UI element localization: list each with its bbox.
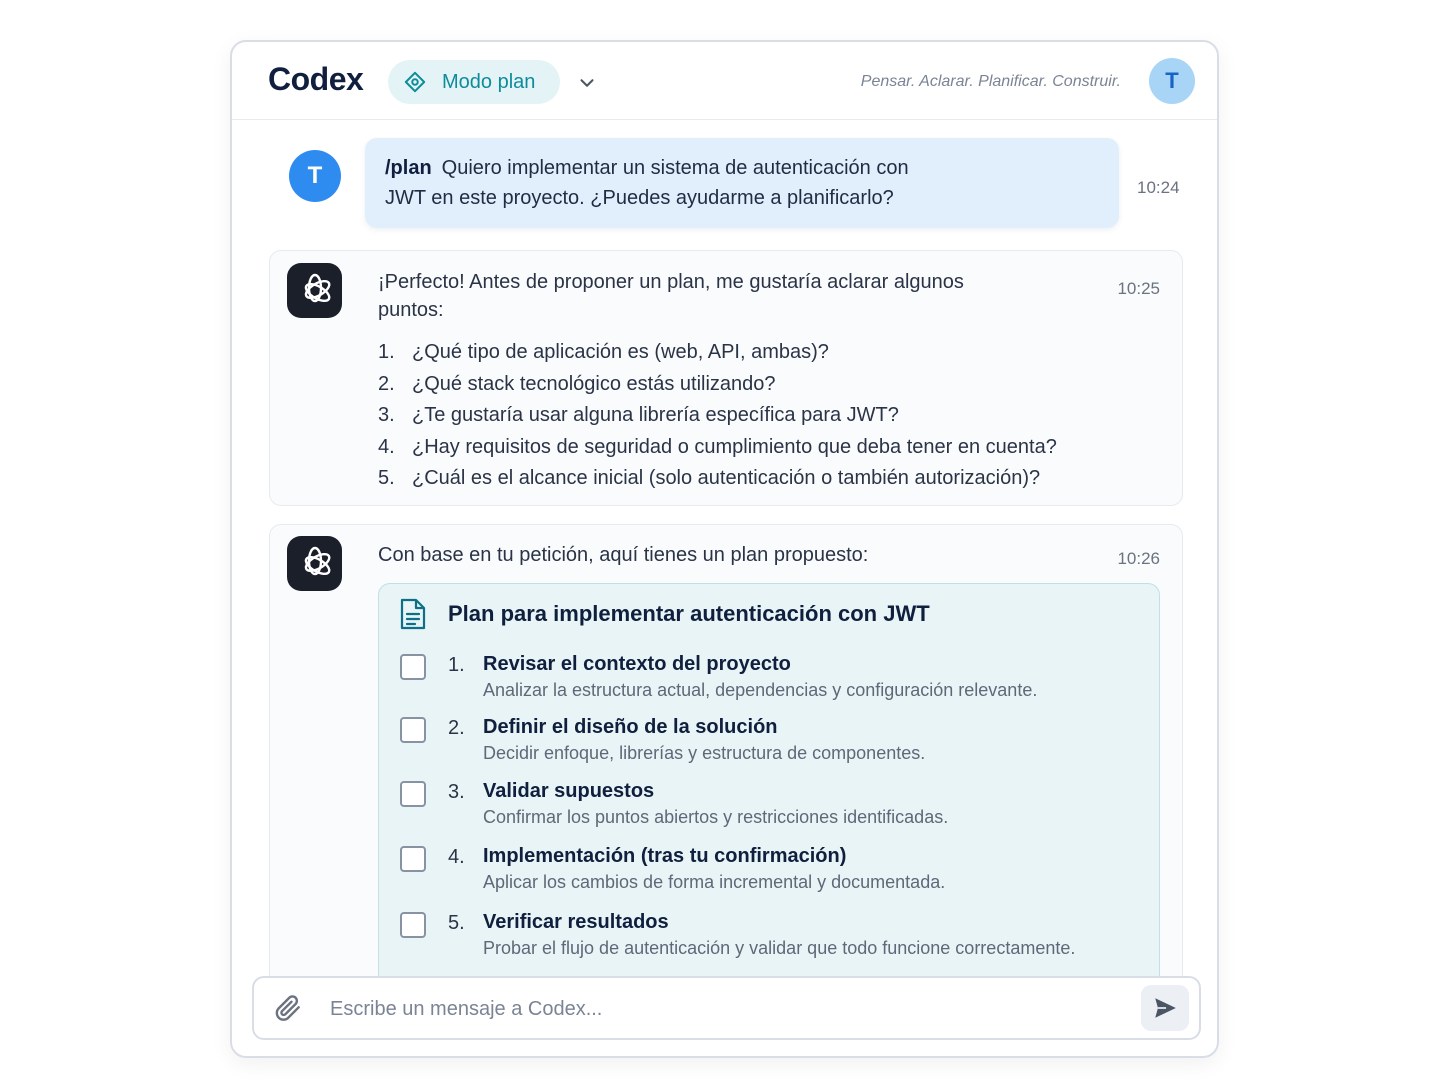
list-item: 1. ¿Qué tipo de aplicación es (web, API, … [378,337,1158,369]
user-message-line1: /plan Quiero implementar un sistema de au… [385,153,1099,183]
step-description: Probar el flujo de autenticación y valid… [483,938,1076,958]
question-number: 4. [378,435,395,458]
step-description: Analizar la estructura actual, dependenc… [483,680,1038,700]
question-text: ¿Qué stack tecnológico estás utilizando? [412,372,776,395]
step-number: 2. [448,717,465,739]
question-text: ¿Qué tipo de aplicación es (web, API, am… [412,341,829,363]
assistant-avatar [287,263,342,318]
question-text: ¿Te gustaría usar alguna librería especí… [412,404,899,426]
questions-list: 1. ¿Qué tipo de aplicación es (web, API, … [378,337,1158,495]
step-description: Aplicar los cambios de forma incremental… [483,872,946,892]
user-message-time: 10:24 [1137,178,1180,197]
step-checkbox[interactable] [400,781,426,807]
message-composer [252,976,1201,1040]
plan-command: /plan [385,157,432,179]
question-text: ¿Hay requisitos de seguridad o cumplimie… [412,435,1057,458]
target-icon [404,71,426,93]
assistant-plan-intro: Con base en tu petición, aquí tienes un … [378,544,869,566]
assistant-message-questions: 10:25 ¡Perfecto! Antes de proponer un pl… [269,250,1183,506]
question-number: 1. [378,341,395,363]
list-item: 2. ¿Qué stack tecnológico estás utilizand… [378,369,1158,401]
step-checkbox[interactable] [400,717,426,743]
message-input[interactable] [330,990,1120,1028]
step-checkbox[interactable] [400,912,426,938]
openai-logo-icon [304,546,330,575]
send-icon [1155,998,1176,1018]
step-checkbox[interactable] [400,846,426,872]
question-number: 2. [378,372,395,395]
assistant-avatar [287,536,342,591]
header: Codex Modo plan Pensar. Aclarar. Planifi… [232,42,1217,120]
assistant-intro-line1: ¡Perfecto! Antes de proponer un plan, me… [378,271,964,293]
paperclip-icon[interactable] [272,992,304,1024]
question-number: 5. [378,467,395,489]
assistant-message-plan: 10:26 Con base en tu petición, aquí tien… [269,524,1183,984]
plan-card: Plan para implementar autenticación con … [378,583,1160,983]
assistant-message-time: 10:25 [1117,279,1160,298]
app-title: Codex [268,61,364,97]
plan-step: 3. Validar supuestos Confirmar los punto… [379,775,1159,835]
plan-step: 2. Definir el diseño de la solución Deci… [379,711,1159,771]
user-message-text-line2: JWT en este proyecto. ¿Puedes ayudarme a… [385,187,894,209]
step-title: Verificar resultados [483,911,669,933]
user-message: /plan Quiero implementar un sistema de au… [365,138,1119,228]
user-message-text-line1: Quiero implementar un sistema de autenti… [441,157,909,179]
step-description: Decidir enfoque, librerías y estructura … [483,743,926,763]
step-number: 5. [448,912,465,934]
step-description: Confirmar los puntos abiertos y restricc… [483,807,949,827]
chevron-down-icon[interactable] [576,72,598,94]
mode-label: Modo plan [442,70,536,93]
assistant-intro-line2: puntos: [378,299,444,321]
step-number: 4. [448,846,465,868]
user-avatar-header[interactable]: T [1149,58,1195,104]
chat-window: Codex Modo plan Pensar. Aclarar. Planifi… [230,40,1219,1058]
step-title: Implementación (tras tu confirmación) [483,845,847,867]
list-item: 4. ¿Hay requisitos de seguridad o cumplim… [378,432,1158,464]
plan-step: 4. Implementación (tras tu confirmación)… [379,840,1159,900]
list-item: 5. ¿Cuál es el alcance inicial (solo aute… [378,463,1158,495]
question-text: ¿Cuál es el alcance inicial (solo autent… [412,467,1041,489]
step-title: Revisar el contexto del proyecto [483,653,791,675]
plan-step: 5. Verificar resultados Probar el flujo … [379,906,1159,966]
mode-selector[interactable]: Modo plan [388,60,560,104]
openai-logo-icon [304,273,330,302]
step-number: 3. [448,781,465,803]
document-icon [400,598,426,630]
plan-title: Plan para implementar autenticación con … [448,601,930,626]
step-title: Definir el diseño de la solución [483,716,778,738]
user-avatar: T [289,150,341,202]
list-item: 3. ¿Te gustaría usar alguna librería espe… [378,400,1158,432]
question-number: 3. [378,404,395,426]
step-checkbox[interactable] [400,654,426,680]
tagline: Pensar. Aclarar. Planificar. Construir. [860,73,1121,90]
step-title: Validar supuestos [483,780,655,802]
assistant-intro: ¡Perfecto! Antes de proponer un plan, me… [378,268,964,324]
step-number: 1. [448,654,465,676]
send-button[interactable] [1141,985,1189,1031]
assistant-message-time: 10:26 [1117,549,1160,568]
plan-step: 1. Revisar el contexto del proyecto Anal… [379,648,1159,708]
